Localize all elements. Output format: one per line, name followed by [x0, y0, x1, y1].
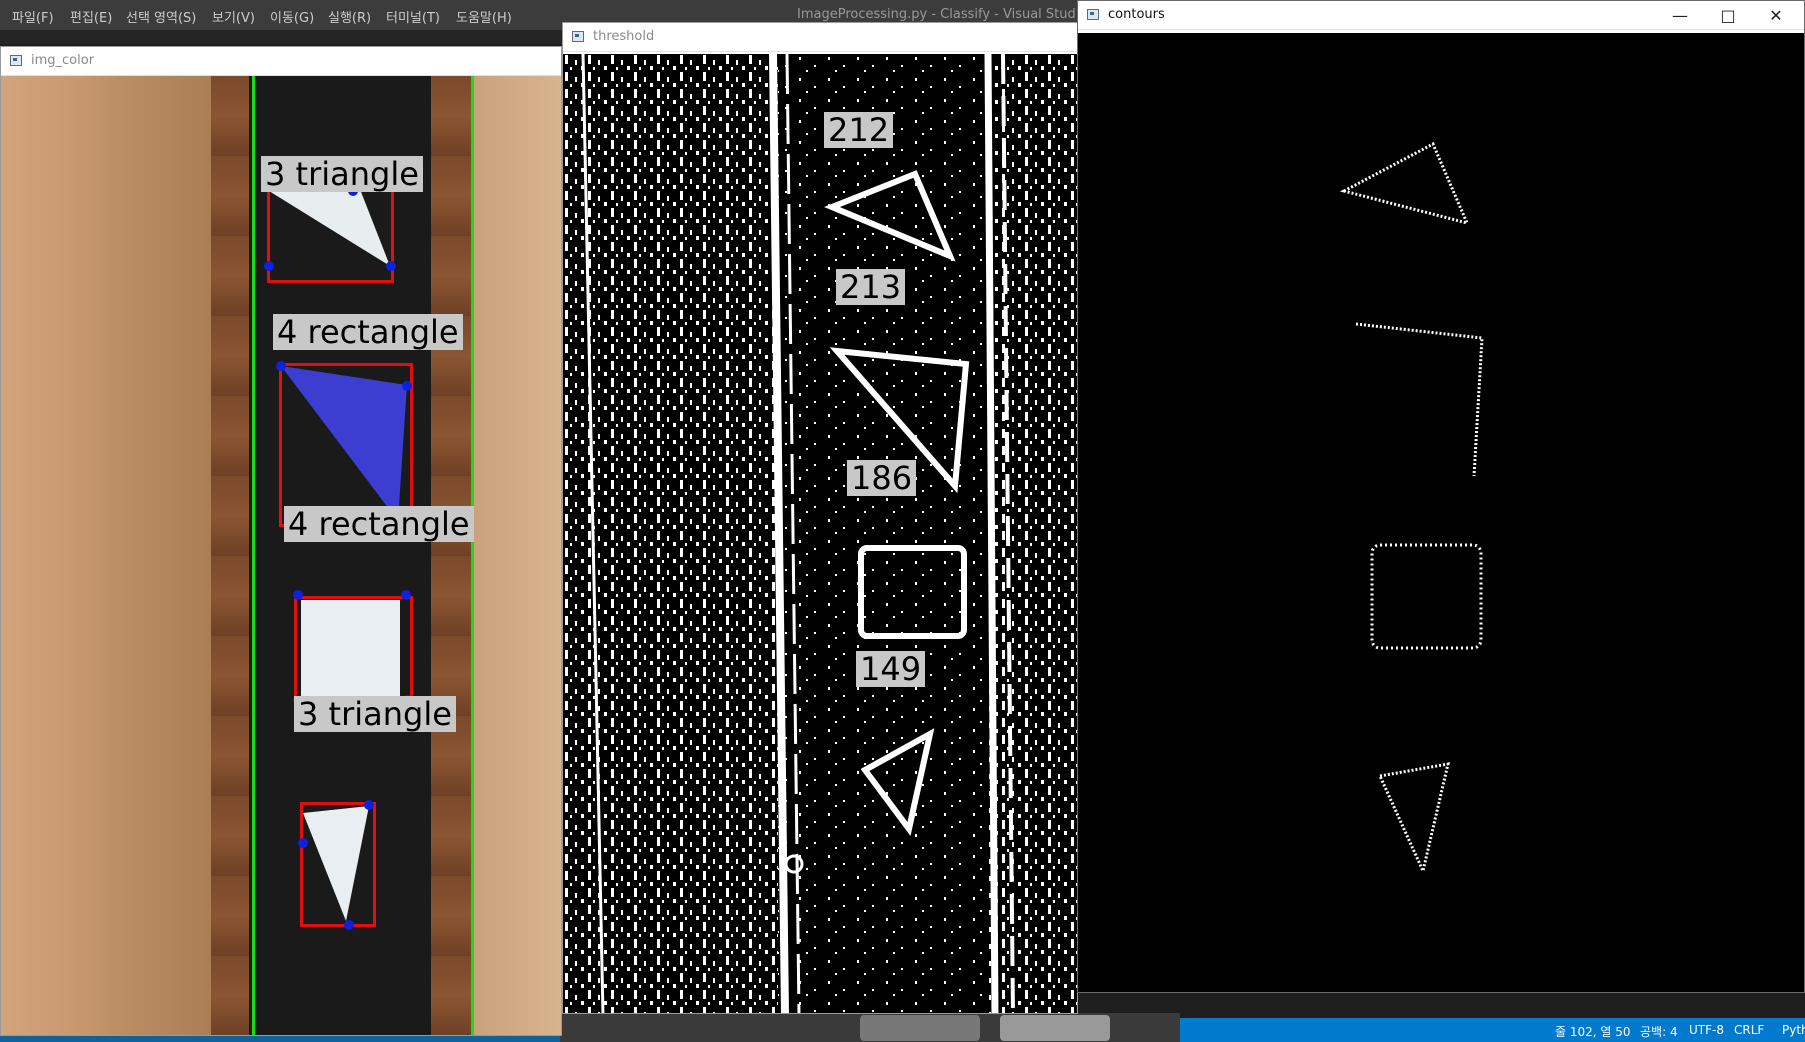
menu-help[interactable]: 도움말(H)	[456, 7, 512, 26]
contour-area-label: 186	[847, 460, 917, 496]
threshold-titlebar[interactable]: threshold	[563, 23, 1077, 52]
threshold-window[interactable]: threshold 212 213 186 149	[562, 22, 1078, 1014]
vertex-marker	[276, 361, 286, 371]
vscode-panel-edge	[0, 1035, 560, 1042]
window-title: threshold	[593, 29, 655, 44]
menu-go[interactable]: 이동(G)	[270, 7, 314, 26]
menu-edit[interactable]: 편집(E)	[70, 7, 112, 26]
preview-blob	[860, 1015, 980, 1041]
status-encoding[interactable]: UTF-8	[1689, 1023, 1724, 1037]
window-title: img_color	[31, 53, 95, 68]
taskbar-preview-strip	[560, 1013, 1180, 1042]
threshold-canvas: 212 213 186 149	[563, 54, 1077, 1013]
contours-image	[1339, 141, 1484, 876]
status-spaces[interactable]: 공백: 4	[1640, 1023, 1678, 1040]
minimize-icon[interactable]: —	[1670, 7, 1690, 25]
contours-canvas	[1078, 33, 1804, 992]
contour-area-label: 149	[856, 651, 926, 687]
close-icon[interactable]: ✕	[1766, 7, 1786, 25]
vscode-status-bar: 줄 102, 열 50 공백: 4 UTF-8 CRLF Pyth	[1180, 1018, 1805, 1042]
vertex-marker	[293, 590, 303, 600]
contours-titlebar[interactable]: contours — □ ✕	[1078, 1, 1804, 30]
bounding-box	[300, 802, 376, 927]
status-position[interactable]: 줄 102, 열 50	[1555, 1023, 1631, 1040]
img-color-canvas: 3 triangle 4 rectangle 4 rectangle 3 tri…	[1, 76, 561, 1035]
maximize-icon[interactable]: □	[1718, 7, 1738, 25]
vertex-marker	[364, 800, 374, 810]
menu-terminal[interactable]: 터미널(T)	[386, 7, 440, 26]
vscode-window-title: ImageProcessing.py - Classify - Visual S…	[797, 7, 1125, 22]
menu-selection[interactable]: 선택 영역(S)	[126, 7, 196, 26]
vertex-marker	[386, 261, 396, 271]
opencv-window-icon	[572, 31, 584, 42]
threshold-image	[563, 54, 1077, 1013]
menu-view[interactable]: 보기(V)	[212, 7, 255, 26]
contour-area-label: 212	[824, 112, 894, 148]
vertex-marker	[264, 261, 274, 271]
preview-blob	[1000, 1015, 1110, 1041]
vertex-marker	[298, 838, 308, 848]
contour-area-label: 213	[836, 269, 906, 305]
vertex-marker	[402, 381, 412, 391]
contours-window[interactable]: contours — □ ✕	[1077, 0, 1805, 993]
bounding-box	[279, 363, 413, 527]
shape-label: 3 triangle	[261, 156, 423, 192]
bounding-box	[294, 596, 413, 702]
menu-file[interactable]: 파일(F)	[12, 7, 54, 26]
vertex-marker	[344, 920, 354, 930]
window-title: contours	[1108, 7, 1165, 22]
vertex-marker	[401, 590, 411, 600]
status-language[interactable]: Pyth	[1782, 1023, 1805, 1037]
shape-label: 4 rectangle	[284, 506, 474, 542]
shape-label: 4 rectangle	[273, 314, 463, 350]
opencv-window-icon	[1087, 9, 1099, 20]
status-eol[interactable]: CRLF	[1734, 1023, 1764, 1037]
menu-run[interactable]: 실행(R)	[328, 7, 371, 26]
img-color-window[interactable]: img_color 3 triangle 4 rectangle 4 recta…	[0, 46, 562, 1036]
opencv-window-icon	[10, 55, 22, 66]
shape-label: 3 triangle	[294, 696, 456, 732]
img-color-titlebar[interactable]: img_color	[1, 47, 561, 76]
